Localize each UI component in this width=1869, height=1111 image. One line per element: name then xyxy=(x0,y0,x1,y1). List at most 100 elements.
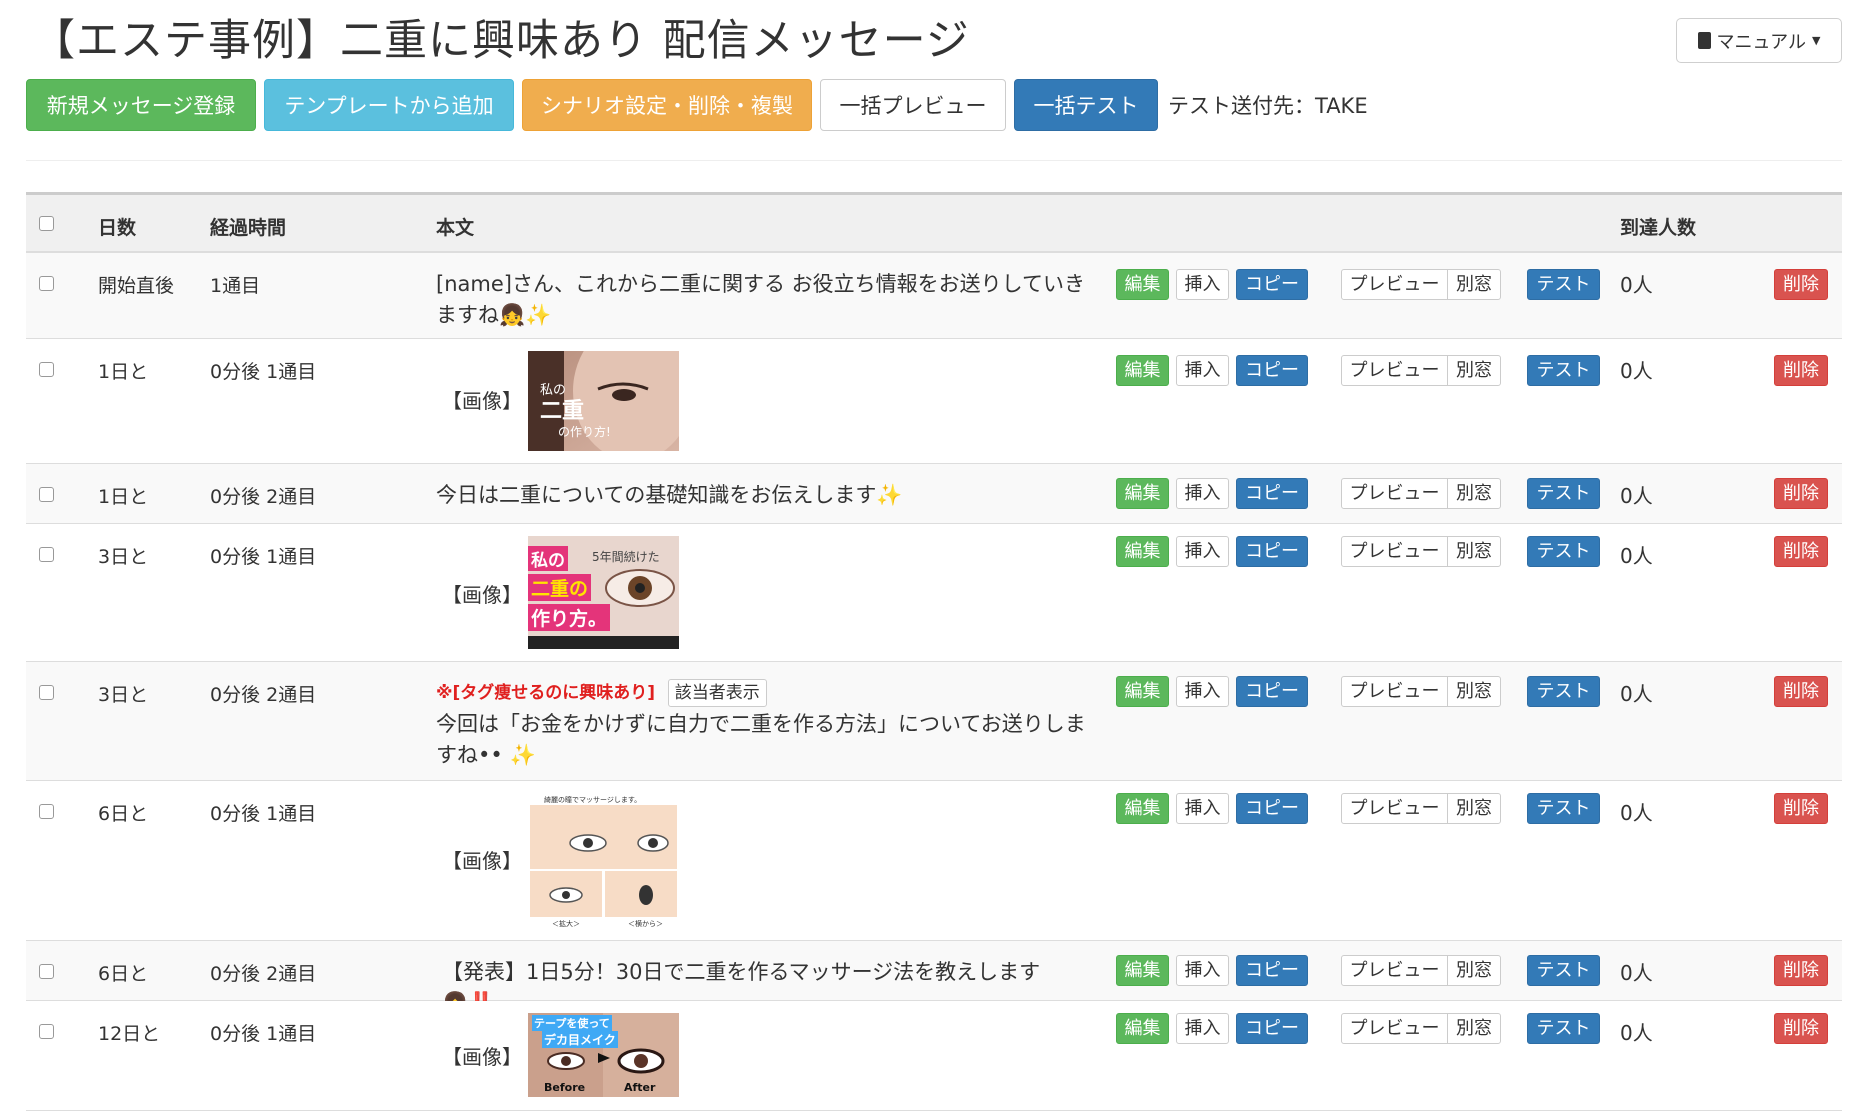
message-image-thumbnail[interactable]: 綺麗の瞳でマッサージします。 ＜拡大＞ ＜横から＞ xyxy=(528,793,679,929)
message-body: ※[タグ痩せるのに興味あり] 該当者表示 今回は「お金をかけずに自力で二重を作る… xyxy=(436,676,1086,771)
scenario-settings-button[interactable]: シナリオ設定・削除・複製 xyxy=(522,79,812,131)
divider xyxy=(26,160,1842,161)
test-button[interactable]: テスト xyxy=(1527,355,1600,386)
table-header: 日数 経過時間 本文 到達人数 xyxy=(26,192,1842,253)
test-button[interactable]: テスト xyxy=(1527,1013,1600,1044)
thumb-text: の作り方! xyxy=(558,425,611,439)
delete-button[interactable]: 削除 xyxy=(1774,676,1828,707)
thumb-text: ＜横から＞ xyxy=(628,920,663,928)
copy-button[interactable]: コピー xyxy=(1236,793,1308,824)
test-button[interactable]: テスト xyxy=(1527,793,1600,824)
row-checkbox[interactable] xyxy=(39,685,54,700)
reach-count: 0人 xyxy=(1620,682,1653,706)
edit-button[interactable]: 編集 xyxy=(1116,269,1169,300)
edit-button[interactable]: 編集 xyxy=(1116,536,1169,567)
delete-button[interactable]: 削除 xyxy=(1774,955,1828,986)
table-row: 6日と 0分後 1通目 【画像】 綺麗の瞳でマッサージします。 ＜拡大＞ ＜横か… xyxy=(26,781,1842,941)
new-window-button[interactable]: 別窓 xyxy=(1447,355,1501,386)
bulk-preview-button[interactable]: 一括プレビュー xyxy=(820,79,1006,131)
delete-button[interactable]: 削除 xyxy=(1774,536,1828,567)
new-window-button[interactable]: 別窓 xyxy=(1447,536,1501,567)
edit-button[interactable]: 編集 xyxy=(1116,1013,1169,1044)
delete-button[interactable]: 削除 xyxy=(1774,793,1828,824)
test-button[interactable]: テスト xyxy=(1527,478,1600,509)
message-image-thumbnail[interactable]: テープを使って デカ目メイク Before After xyxy=(528,1013,679,1097)
insert-button[interactable]: 挿入 xyxy=(1176,478,1229,509)
edit-button[interactable]: 編集 xyxy=(1116,355,1169,386)
new-window-button[interactable]: 別窓 xyxy=(1447,478,1501,509)
message-image-thumbnail[interactable]: 私の 二重の 作り方。 5年間続けた xyxy=(528,536,679,649)
edit-button[interactable]: 編集 xyxy=(1116,478,1169,509)
new-window-button[interactable]: 別窓 xyxy=(1447,793,1501,824)
select-all-checkbox[interactable] xyxy=(39,216,54,231)
insert-button[interactable]: 挿入 xyxy=(1176,355,1229,386)
edit-button[interactable]: 編集 xyxy=(1116,955,1169,986)
insert-button[interactable]: 挿入 xyxy=(1176,955,1229,986)
thumb-text: ＜拡大＞ xyxy=(552,920,580,928)
row-checkbox[interactable] xyxy=(39,487,54,502)
insert-button[interactable]: 挿入 xyxy=(1176,536,1229,567)
image-label: 【画像】 xyxy=(442,583,522,607)
edit-button[interactable]: 編集 xyxy=(1116,676,1169,707)
table-row: 1日と 0分後 2通目 今日は二重についての基礎知識をお伝えします✨ 編集 挿入… xyxy=(26,464,1842,524)
new-window-button[interactable]: 別窓 xyxy=(1447,1013,1501,1044)
image-label: 【画像】 xyxy=(442,849,522,873)
row-checkbox[interactable] xyxy=(39,547,54,562)
bulk-test-button[interactable]: 一括テスト xyxy=(1014,79,1158,131)
copy-button[interactable]: コピー xyxy=(1236,478,1308,509)
delete-button[interactable]: 削除 xyxy=(1774,355,1828,386)
insert-button[interactable]: 挿入 xyxy=(1176,676,1229,707)
copy-button[interactable]: コピー xyxy=(1236,355,1308,386)
new-window-button[interactable]: 別窓 xyxy=(1447,955,1501,986)
insert-button[interactable]: 挿入 xyxy=(1176,1013,1229,1044)
row-checkbox[interactable] xyxy=(39,362,54,377)
test-button[interactable]: テスト xyxy=(1527,676,1600,707)
test-button[interactable]: テスト xyxy=(1527,536,1600,567)
delete-button[interactable]: 削除 xyxy=(1774,478,1828,509)
row-day: 6日と xyxy=(98,963,149,985)
row-checkbox[interactable] xyxy=(39,804,54,819)
copy-button[interactable]: コピー xyxy=(1236,955,1308,986)
insert-button[interactable]: 挿入 xyxy=(1176,793,1229,824)
row-checkbox[interactable] xyxy=(39,964,54,979)
insert-button[interactable]: 挿入 xyxy=(1176,269,1229,300)
test-button[interactable]: テスト xyxy=(1527,955,1600,986)
delete-button[interactable]: 削除 xyxy=(1774,269,1828,300)
row-elapsed: 0分後 1通目 xyxy=(210,803,317,825)
add-from-template-button[interactable]: テンプレートから追加 xyxy=(264,79,514,131)
row-checkbox[interactable] xyxy=(39,276,54,291)
preview-button[interactable]: プレビュー xyxy=(1341,355,1448,386)
table-row: 3日と 0分後 2通目 ※[タグ痩せるのに興味あり] 該当者表示 今回は「お金を… xyxy=(26,662,1842,781)
column-elapsed: 経過時間 xyxy=(210,217,287,239)
row-checkbox[interactable] xyxy=(39,1024,54,1039)
test-button[interactable]: テスト xyxy=(1527,269,1600,300)
test-destination: テスト送付先：TAKE xyxy=(1168,94,1368,118)
copy-button[interactable]: コピー xyxy=(1236,269,1308,300)
preview-button[interactable]: プレビュー xyxy=(1341,536,1448,567)
new-message-button[interactable]: 新規メッセージ登録 xyxy=(26,79,256,131)
delete-button[interactable]: 削除 xyxy=(1774,1013,1828,1044)
reach-count: 0人 xyxy=(1620,801,1653,825)
preview-button[interactable]: プレビュー xyxy=(1341,955,1448,986)
manual-dropdown-button[interactable]: マニュアル ▼ xyxy=(1676,18,1842,63)
preview-button[interactable]: プレビュー xyxy=(1341,793,1448,824)
table-row: 開始直後 1通目 [name]さん、これから二重に関する お役立ち情報をお送りし… xyxy=(26,253,1842,339)
new-window-button[interactable]: 別窓 xyxy=(1447,676,1501,707)
book-icon xyxy=(1697,32,1711,49)
copy-button[interactable]: コピー xyxy=(1236,676,1308,707)
edit-button[interactable]: 編集 xyxy=(1116,793,1169,824)
reach-count: 0人 xyxy=(1620,544,1653,568)
new-window-button[interactable]: 別窓 xyxy=(1447,269,1501,300)
preview-button[interactable]: プレビュー xyxy=(1341,676,1448,707)
preview-button[interactable]: プレビュー xyxy=(1341,478,1448,509)
preview-button[interactable]: プレビュー xyxy=(1341,269,1448,300)
row-day: 6日と xyxy=(98,803,149,825)
copy-button[interactable]: コピー xyxy=(1236,536,1308,567)
message-image-thumbnail[interactable]: 私の 二重 の作り方! xyxy=(528,351,679,451)
preview-button[interactable]: プレビュー xyxy=(1341,1013,1448,1044)
copy-button[interactable]: コピー xyxy=(1236,1013,1308,1044)
show-matching-users-button[interactable]: 該当者表示 xyxy=(667,679,767,707)
page-title: 【エステ事例】二重に興味あり 配信メッセージ xyxy=(32,16,970,66)
row-elapsed: 0分後 1通目 xyxy=(210,1023,317,1045)
thumb-text: 作り方。 xyxy=(528,604,611,631)
